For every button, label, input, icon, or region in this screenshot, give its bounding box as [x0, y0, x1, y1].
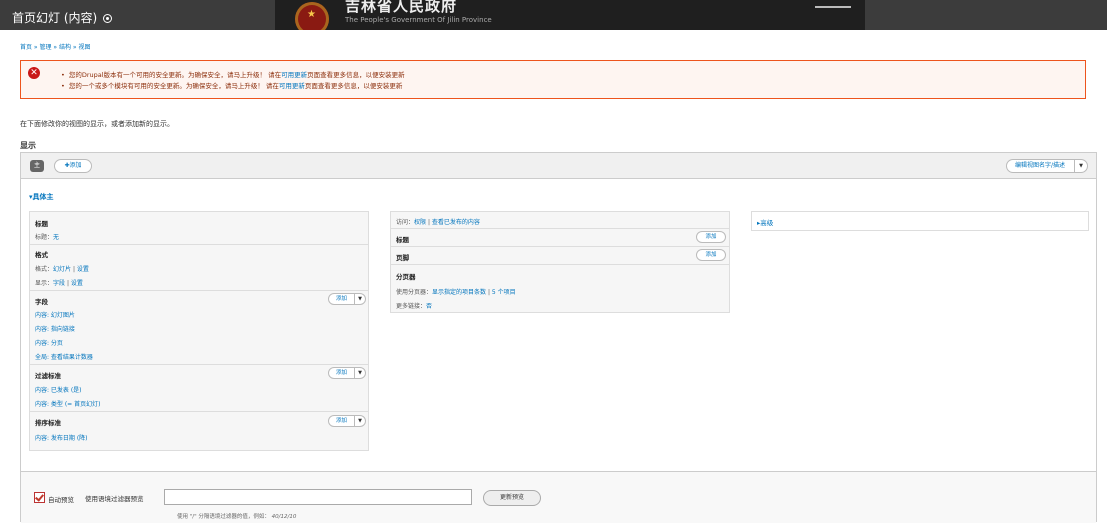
field-item[interactable]: 全局: 查看结果计数器	[35, 354, 93, 361]
banner-title: 吉林省人民政府	[345, 0, 458, 15]
access-setting: 访问：权限 | 查看已发布的内容	[396, 219, 480, 226]
error-icon: ✕	[28, 67, 40, 79]
advanced-toggle[interactable]: ▸高级	[757, 217, 773, 227]
access-permission-link[interactable]: 查看已发布的内容	[432, 219, 480, 226]
site-banner: ★ 吉林省人民政府 The People's Government Of Jil…	[275, 0, 865, 30]
format-heading: 格式	[35, 251, 48, 259]
preview-controls: 自动预览 使用语境过滤器预览 更新预览 使用 "/" 分隔语境过滤器的值，例如：…	[21, 471, 1096, 523]
chevron-down-icon[interactable]: ▼	[354, 416, 365, 426]
field-item[interactable]: 内容: 幻灯图片	[35, 312, 75, 319]
banner-subtitle: The People's Government Of Jilin Provinc…	[345, 16, 492, 24]
column-advanced: ▸高级	[751, 211, 1089, 231]
format-link[interactable]: 幻灯片	[53, 266, 71, 273]
intro-text: 在下面修改你的视图的显示，或者添加新的显示。	[20, 120, 174, 128]
tab-main[interactable]: 主	[30, 160, 44, 172]
displays-panel: 主 ✚添加 编辑视图名字/描述 ▼ ▾具体主 标题 标题：无 格式 格式：幻灯片 …	[20, 152, 1097, 523]
title-setting: 标题：无	[35, 234, 60, 241]
emblem-icon: ★	[295, 2, 329, 30]
pager-heading: 分页器	[396, 273, 416, 281]
edit-view-name-button[interactable]: 编辑视图名字/描述 ▼	[1006, 159, 1088, 173]
filter-heading: 过滤标准	[35, 372, 61, 380]
chevron-down-icon[interactable]: ▼	[354, 294, 365, 304]
header-add-button[interactable]: 添加	[696, 231, 726, 243]
title-link[interactable]: 无	[53, 234, 59, 241]
filter-item[interactable]: 内容: 已发表 (是)	[35, 387, 82, 394]
show-setting: 显示：字段 | 设置	[35, 280, 83, 287]
header-heading: 标题	[396, 236, 409, 244]
sort-heading: 排序标准	[35, 419, 61, 427]
pager-setting: 使用分页器：显示指定的项目条数 | 5 个项目	[396, 289, 516, 296]
field-item[interactable]: 内容: 分页	[35, 340, 63, 347]
display-heading[interactable]: ▾具体主	[29, 192, 54, 202]
message-item: • 您的一个或多个模块有可用的安全更新。为确保安全，请马上升级！ 请在可用更新页面…	[61, 82, 403, 90]
sort-item[interactable]: 内容: 发布日期 (降)	[35, 435, 88, 442]
shortcut-icon[interactable]	[103, 14, 113, 23]
filter-item[interactable]: 内容: 类型 (= 首页幻灯)	[35, 401, 100, 408]
error-messages: ✕ • 您的Drupal版本有一个可用的安全更新。为确保安全，请马上升级！ 请在可…	[20, 60, 1086, 99]
footer-add-button[interactable]: 添加	[696, 249, 726, 261]
context-filter-input[interactable]	[164, 489, 472, 505]
pager-items-link[interactable]: 5 个项目	[492, 289, 516, 296]
context-filter-hint: 使用 "/" 分隔语境过滤器的值，例如： 40/12/10	[177, 514, 297, 520]
access-link[interactable]: 权限	[414, 219, 426, 226]
title-heading: 标题	[35, 220, 48, 228]
auto-preview-checkbox[interactable]	[34, 492, 45, 503]
fields-heading: 字段	[35, 298, 48, 306]
fields-add-button[interactable]: 添加 ▼	[328, 293, 366, 305]
add-display-button[interactable]: ✚添加	[54, 159, 92, 173]
more-link[interactable]: 否	[426, 303, 432, 310]
banner-divider	[815, 6, 851, 8]
sort-add-button[interactable]: 添加 ▼	[328, 415, 366, 427]
chevron-down-icon[interactable]: ▼	[1074, 160, 1087, 172]
format-setting: 格式：幻灯片 | 设置	[35, 266, 89, 273]
display-tabs: 主 ✚添加 编辑视图名字/描述 ▼	[21, 153, 1096, 179]
available-updates-link[interactable]: 可用更新	[281, 71, 307, 79]
filter-add-button[interactable]: 添加 ▼	[328, 367, 366, 379]
page-title: 首页幻灯 (内容)	[12, 9, 113, 26]
chevron-down-icon[interactable]: ▼	[354, 368, 365, 378]
field-item[interactable]: 内容: 指向链接	[35, 326, 75, 333]
footer-heading: 页脚	[396, 254, 409, 262]
context-filter-label: 使用语境过滤器预览	[85, 495, 144, 503]
format-settings-link[interactable]: 设置	[77, 266, 89, 273]
breadcrumb[interactable]: 首页 » 管理 » 结构 » 视图	[20, 42, 90, 51]
show-settings-link[interactable]: 设置	[71, 280, 83, 287]
column-basic: 标题 标题：无 格式 格式：幻灯片 | 设置 显示：字段 | 设置 字段 添加 ▼…	[29, 211, 369, 451]
more-link-setting: 更多链接：否	[396, 303, 433, 310]
message-item: • 您的Drupal版本有一个可用的安全更新。为确保安全，请马上升级！ 请在可用更…	[61, 71, 405, 79]
update-preview-button[interactable]: 更新预览	[483, 490, 541, 506]
show-link[interactable]: 字段	[53, 280, 65, 287]
column-middle: 访问：权限 | 查看已发布的内容 标题 添加 页脚 添加 分页器 使用分页器：显…	[390, 211, 730, 313]
auto-preview-label: 自动预览	[48, 496, 74, 504]
pager-link[interactable]: 显示指定的项目条数	[432, 289, 486, 296]
available-updates-link[interactable]: 可用更新	[279, 82, 305, 90]
section-title: 显示	[20, 141, 36, 150]
overlay-title-bar: 首页幻灯 (内容) ★ 吉林省人民政府 The People's Governm…	[0, 0, 1107, 30]
